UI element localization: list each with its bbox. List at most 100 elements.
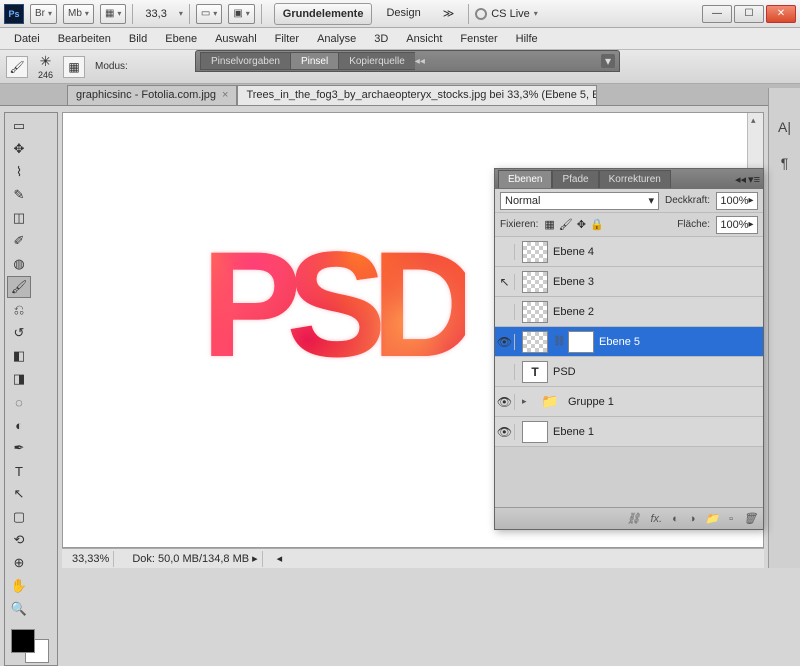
folder-icon[interactable]: 📁: [537, 391, 563, 413]
layer-row[interactable]: ↖ Ebene 3: [495, 267, 763, 297]
tab-pfade[interactable]: Pfade: [552, 170, 598, 188]
visibility-toggle[interactable]: ↖: [499, 274, 515, 290]
eraser-tool[interactable]: ◧: [7, 345, 31, 367]
layer-name[interactable]: Ebene 2: [553, 306, 594, 318]
eyedropper-tool[interactable]: ✐: [7, 230, 31, 252]
workspace-design[interactable]: Design: [378, 3, 428, 25]
workspace-grundelemente[interactable]: Grundelemente: [274, 3, 373, 25]
marquee-tool[interactable]: ✥: [7, 138, 31, 160]
pen-tool[interactable]: ✒: [7, 437, 31, 459]
zoom-value[interactable]: 33,3: [139, 8, 172, 20]
link-layers-icon[interactable]: ⛓: [627, 512, 641, 525]
minibridge-button[interactable]: Mb: [63, 4, 94, 24]
lock-pixels-icon[interactable]: 🖌: [559, 218, 573, 231]
menu-filter[interactable]: Filter: [267, 30, 307, 48]
visibility-toggle[interactable]: 👁: [499, 394, 515, 410]
tab-pinsel[interactable]: Pinsel: [290, 52, 338, 70]
brush-subpanel[interactable]: Pinselvorgaben Pinsel Kopierquelle ◂◂ ▾: [195, 50, 620, 72]
3d-camera-tool[interactable]: ⊕: [7, 552, 31, 574]
color-swatches[interactable]: [7, 625, 55, 663]
type-tool[interactable]: T: [7, 460, 31, 482]
opacity-input[interactable]: 100%▸: [716, 192, 758, 210]
minimize-button[interactable]: —: [702, 5, 732, 23]
panel-menu-button[interactable]: ▾: [601, 54, 615, 68]
status-zoom[interactable]: 33,33%: [68, 551, 114, 567]
adjustment-layer-icon[interactable]: ◑: [689, 513, 696, 525]
layer-name[interactable]: Ebene 1: [553, 426, 594, 438]
crop-tool[interactable]: ◫: [7, 207, 31, 229]
paragraph-panel-icon[interactable]: ¶: [774, 152, 796, 174]
layer-row[interactable]: T PSD: [495, 357, 763, 387]
text-layer-thumb[interactable]: T: [522, 361, 548, 383]
layer-fx-icon[interactable]: fx.: [650, 513, 662, 525]
tab-ebenen[interactable]: Ebenen: [498, 170, 552, 188]
layer-thumb[interactable]: [522, 241, 548, 263]
3d-tool[interactable]: ⟲: [7, 529, 31, 551]
bridge-button[interactable]: Br: [30, 4, 57, 24]
character-panel-icon[interactable]: A|: [774, 116, 796, 138]
layer-thumb[interactable]: [522, 301, 548, 323]
tab-kopierquelle[interactable]: Kopierquelle: [338, 52, 415, 70]
workspace-more[interactable]: ≫: [435, 3, 463, 25]
document-tab-1[interactable]: graphicsinc - Fotolia.com.jpg ×: [67, 85, 237, 105]
lock-position-icon[interactable]: ✥: [577, 218, 586, 231]
layer-mask-thumb[interactable]: [568, 331, 594, 353]
foreground-color[interactable]: [11, 629, 35, 653]
lock-transparency-icon[interactable]: ▦: [544, 218, 554, 231]
visibility-toggle[interactable]: 👁: [499, 424, 515, 440]
link-icon[interactable]: ⛓: [553, 336, 563, 347]
close-button[interactable]: ✕: [766, 5, 796, 23]
layer-thumb[interactable]: [522, 271, 548, 293]
menu-ebene[interactable]: Ebene: [157, 30, 205, 48]
visibility-toggle[interactable]: [499, 304, 515, 320]
panel-menu-icon[interactable]: ▾≡: [748, 173, 760, 186]
layer-name[interactable]: Ebene 4: [553, 246, 594, 258]
new-group-icon[interactable]: 📁: [705, 512, 719, 525]
new-layer-icon[interactable]: ▫: [729, 513, 733, 525]
delete-layer-icon[interactable]: 🗑: [743, 512, 757, 525]
path-select-tool[interactable]: ↖: [7, 483, 31, 505]
tab-pinselvorgaben[interactable]: Pinselvorgaben: [200, 52, 290, 70]
hand-tool[interactable]: ✋: [7, 575, 31, 597]
gradient-tool[interactable]: ◨: [7, 368, 31, 390]
status-scroll-left[interactable]: ◂: [277, 552, 283, 565]
zoom-dropdown-icon[interactable]: ▾: [179, 9, 183, 18]
menu-analyse[interactable]: Analyse: [309, 30, 364, 48]
menu-hilfe[interactable]: Hilfe: [508, 30, 546, 48]
menu-ansicht[interactable]: Ansicht: [398, 30, 450, 48]
close-tab-icon[interactable]: ×: [222, 89, 228, 101]
brush-preset[interactable]: ✳ 246: [38, 53, 53, 80]
visibility-toggle[interactable]: 👁: [499, 334, 515, 350]
visibility-toggle[interactable]: [499, 244, 515, 260]
layer-thumb[interactable]: [522, 421, 548, 443]
layer-name[interactable]: PSD: [553, 366, 576, 378]
panel-collapse-icon[interactable]: ◂◂: [735, 173, 746, 186]
quickselect-tool[interactable]: ✎: [7, 184, 31, 206]
group-expand-icon[interactable]: ▸: [522, 396, 532, 407]
menu-3d[interactable]: 3D: [366, 30, 396, 48]
visibility-toggle[interactable]: [499, 364, 515, 380]
blendmode-select[interactable]: Normal▾: [500, 192, 659, 210]
layer-mask-icon[interactable]: ◐: [672, 513, 679, 525]
layer-row[interactable]: 👁 ⛓ Ebene 5: [495, 327, 763, 357]
status-docinfo[interactable]: Dok: 50,0 MB/134,8 MB ▸: [128, 551, 262, 567]
cslive-button[interactable]: CS Live ▾: [475, 8, 538, 20]
zoom-tool[interactable]: 🔍: [7, 598, 31, 620]
tool-preset-icon[interactable]: 🖌: [6, 56, 28, 78]
menu-auswahl[interactable]: Auswahl: [207, 30, 265, 48]
layer-row[interactable]: 👁 ▸ 📁 Gruppe 1: [495, 387, 763, 417]
blur-tool[interactable]: ◌: [7, 391, 31, 413]
layer-thumb[interactable]: [522, 331, 548, 353]
move-tool[interactable]: ▭: [7, 115, 31, 137]
lasso-tool[interactable]: ⌇: [7, 161, 31, 183]
panel-collapse-icon[interactable]: ◂◂: [415, 56, 425, 67]
healing-tool[interactable]: ◍: [7, 253, 31, 275]
dodge-tool[interactable]: ◐: [7, 414, 31, 436]
document-tab-2[interactable]: Trees_in_the_fog3_by_archaeopteryx_stock…: [237, 85, 597, 105]
layer-name[interactable]: Gruppe 1: [568, 396, 614, 408]
screenmode-dropdown[interactable]: ▣: [228, 4, 254, 24]
menu-bild[interactable]: Bild: [121, 30, 155, 48]
layer-name[interactable]: Ebene 5: [599, 336, 640, 348]
menu-datei[interactable]: Datei: [6, 30, 48, 48]
layers-panel[interactable]: Ebenen Pfade Korrekturen ◂◂ ▾≡ Normal▾ D…: [494, 168, 764, 530]
